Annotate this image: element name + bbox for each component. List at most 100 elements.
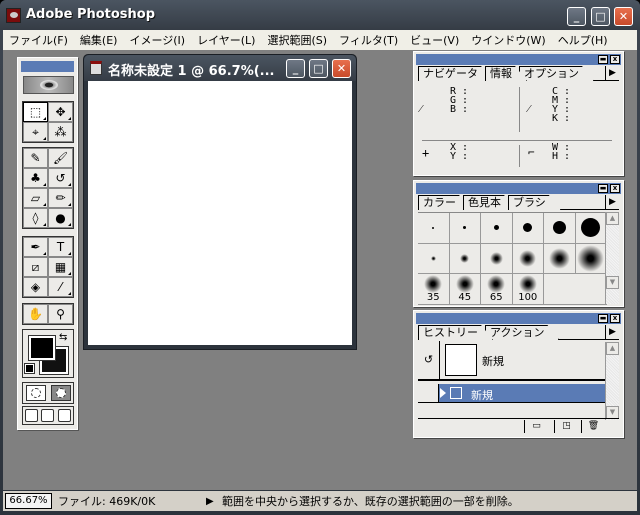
swap-colors-icon[interactable]: ⇆: [59, 332, 67, 343]
soft-brush-tip: [487, 275, 506, 294]
brushes-scrollbar[interactable]: ▲ ▼: [605, 212, 619, 304]
blur-tool[interactable]: ◊: [23, 208, 48, 228]
gradient-tool[interactable]: ▦: [48, 257, 73, 277]
eyedropper-tool[interactable]: ⁄: [48, 277, 73, 297]
info-palette-title-bar[interactable]: ▬ x: [416, 54, 621, 65]
brushes-palette-menu-button[interactable]: ▶: [605, 195, 619, 210]
menu-image[interactable]: イメージ(I): [123, 32, 191, 48]
soft-brush-tip: [424, 275, 443, 294]
history-state-slider-icon[interactable]: [440, 388, 446, 398]
soft-brush-tip: [519, 249, 537, 267]
brush-soft-100[interactable]: 100: [512, 274, 544, 305]
default-colors-icon[interactable]: [24, 363, 35, 374]
close-button[interactable]: ✕: [614, 7, 633, 26]
menu-filter[interactable]: フィルタ(T): [333, 32, 404, 48]
standard-mode-button[interactable]: [25, 385, 46, 401]
pencil-tool[interactable]: ✏: [48, 188, 73, 208]
new-snapshot-button[interactable]: ◳: [554, 420, 578, 433]
standard-screen-mode-button[interactable]: [24, 409, 38, 422]
move-tool[interactable]: ✥: [48, 102, 73, 122]
menu-select[interactable]: 選択範囲(S): [261, 32, 333, 48]
rubber-stamp-tool[interactable]: ♣: [23, 168, 48, 188]
document-canvas[interactable]: [88, 81, 352, 345]
full-screen-menu-mode-button[interactable]: [41, 409, 55, 422]
history-scrollbar[interactable]: ▲ ▼: [605, 342, 619, 420]
burn-tool[interactable]: ●: [48, 208, 73, 228]
tab-history[interactable]: ヒストリー: [418, 325, 493, 340]
brush-hard-13[interactable]: [544, 213, 576, 244]
scroll-up-arrow[interactable]: ▲: [606, 212, 619, 225]
brush-soft-35[interactable]: 35: [418, 274, 450, 305]
minimize-button[interactable]: _: [567, 7, 586, 26]
brush-soft-65[interactable]: 65: [481, 274, 513, 305]
status-menu-arrow[interactable]: ▶: [206, 496, 218, 507]
paintbrush-tool[interactable]: 🖌: [48, 148, 73, 168]
tab-options[interactable]: オプション: [519, 66, 594, 81]
brush-soft-5[interactable]: [418, 243, 450, 275]
delete-state-button[interactable]: 🗑: [581, 420, 605, 433]
magic-wand-tool[interactable]: ⁂: [48, 122, 73, 142]
brush-soft-13[interactable]: [481, 243, 513, 275]
photoshop-app-icon[interactable]: [6, 8, 21, 23]
menu-view[interactable]: ビュー(V): [404, 32, 465, 48]
brush-hard-3[interactable]: [449, 213, 481, 244]
brush-hard-5[interactable]: [481, 213, 513, 244]
history-snapshot[interactable]: ↺ 新規: [418, 341, 607, 381]
zoom-tool[interactable]: ⚲: [48, 304, 73, 324]
document-close-button[interactable]: ✕: [332, 59, 351, 78]
brush-hard-19[interactable]: [575, 213, 607, 244]
tab-navigator[interactable]: ナビゲータ: [418, 66, 493, 81]
history-palette-minimize-button[interactable]: ▬: [598, 314, 608, 323]
brushes-palette-title-bar[interactable]: ▬ x: [416, 183, 621, 194]
measure-tool[interactable]: ⧄: [23, 257, 48, 277]
history-palette-menu-button[interactable]: ▶: [605, 325, 619, 340]
tab-actions[interactable]: アクション: [485, 325, 559, 340]
info-palette-minimize-button[interactable]: ▬: [598, 55, 608, 64]
maximize-button[interactable]: □: [591, 7, 610, 26]
zoom-level-field[interactable]: 66.67%: [5, 493, 52, 509]
foreground-color-swatch[interactable]: [28, 335, 56, 361]
brush-soft-27[interactable]: [575, 243, 607, 275]
paint-bucket-tool[interactable]: ◈: [23, 277, 48, 297]
menu-window[interactable]: ウインドウ(W): [465, 32, 551, 48]
history-brush-tool[interactable]: ↺: [48, 168, 73, 188]
brush-soft-17[interactable]: [512, 243, 544, 275]
history-palette-title-bar[interactable]: ▬ x: [416, 313, 621, 324]
new-document-from-state-button[interactable]: ▭: [524, 420, 548, 433]
eraser-tool[interactable]: ▱: [23, 188, 48, 208]
history-palette-close-button[interactable]: x: [610, 314, 620, 323]
menu-layer[interactable]: レイヤー(L): [191, 32, 261, 48]
menu-help[interactable]: ヘルプ(H): [552, 32, 614, 48]
info-palette-close-button[interactable]: x: [610, 55, 620, 64]
menu-edit[interactable]: 編集(E): [74, 32, 124, 48]
toolbox-title-bar[interactable]: [21, 61, 74, 72]
brushes-palette-minimize-button[interactable]: ▬: [598, 184, 608, 193]
tab-brushes[interactable]: ブラシ: [508, 195, 561, 210]
type-tool[interactable]: T: [48, 237, 73, 257]
brush-soft-21[interactable]: [544, 243, 576, 275]
history-brush-source-icon[interactable]: ↺: [418, 341, 440, 379]
brush-soft-9[interactable]: [449, 243, 481, 275]
brush-soft-45[interactable]: 45: [449, 274, 481, 305]
quick-mask-mode-button[interactable]: [50, 385, 71, 401]
pen-tool[interactable]: ✒: [23, 237, 48, 257]
full-screen-mode-button[interactable]: [58, 409, 72, 422]
info-palette-menu-button[interactable]: ▶: [605, 66, 619, 81]
document-icon[interactable]: [90, 61, 102, 75]
history-state-item[interactable]: 新規: [418, 384, 607, 403]
marquee-tool[interactable]: ⬚: [23, 102, 48, 122]
brush-hard-9[interactable]: [512, 213, 544, 244]
lasso-tool[interactable]: ⌖: [23, 122, 48, 142]
menu-file[interactable]: ファイル(F): [3, 32, 74, 48]
document-maximize-button[interactable]: □: [309, 59, 328, 78]
history-brush-slot[interactable]: [418, 384, 439, 402]
brush-hard-1[interactable]: [418, 213, 450, 244]
adobe-online-eye-icon[interactable]: [23, 76, 74, 94]
brushes-palette-close-button[interactable]: x: [610, 184, 620, 193]
document-title-bar[interactable]: 名称未設定 1 @ 66.7%(... _ □ ✕: [84, 55, 356, 81]
airbrush-tool[interactable]: ✎: [23, 148, 48, 168]
hand-tool[interactable]: ✋: [23, 304, 48, 324]
document-minimize-button[interactable]: _: [286, 59, 305, 78]
scroll-up-arrow[interactable]: ▲: [606, 342, 619, 355]
scroll-down-arrow[interactable]: ▼: [606, 276, 619, 289]
